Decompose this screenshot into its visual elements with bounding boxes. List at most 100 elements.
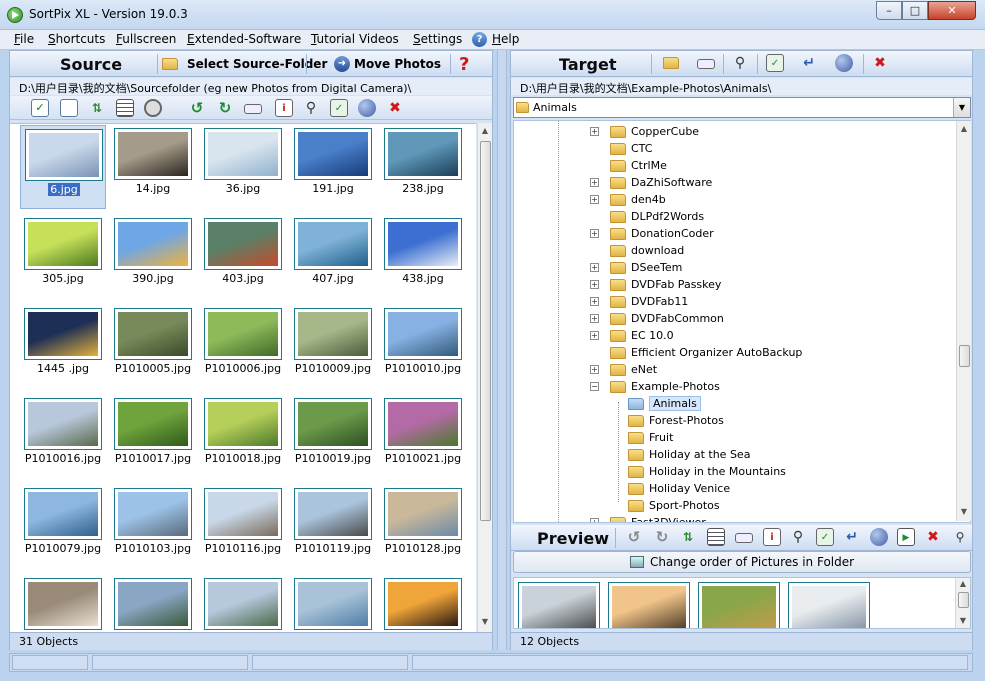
help-icon[interactable]: ? xyxy=(472,32,487,47)
tree-item[interactable]: download xyxy=(610,242,684,259)
minimize-button[interactable]: – xyxy=(876,1,902,20)
details-view-icon[interactable] xyxy=(116,99,134,117)
expand-icon[interactable]: + xyxy=(590,314,599,323)
scroll-thumb[interactable] xyxy=(480,141,491,521)
rotate-left-icon[interactable]: ↺ xyxy=(188,99,206,117)
details-view-icon[interactable] xyxy=(707,528,725,546)
thumbnail-item[interactable] xyxy=(380,575,466,632)
tree-item[interactable]: Efficient Organizer AutoBackup xyxy=(610,344,802,361)
thumbnail-item[interactable]: P1010010.jpg xyxy=(380,305,466,389)
info-file-icon[interactable]: i xyxy=(763,528,781,546)
tree-item[interactable]: + DaZhiSoftware xyxy=(590,174,712,191)
tree-item[interactable]: Holiday Venice xyxy=(628,480,730,497)
tree-item[interactable]: − Example-Photos xyxy=(590,378,720,395)
copy-check-icon[interactable]: ✓ xyxy=(766,54,784,72)
thumbnail-item[interactable] xyxy=(110,575,196,632)
source-scrollbar[interactable]: ▲ ▼ xyxy=(477,123,492,632)
target-folder-combo[interactable]: Animals ▼ xyxy=(513,97,971,118)
scroll-up-arrow[interactable]: ▲ xyxy=(958,579,968,589)
thumbnail-item[interactable]: P1010116.jpg xyxy=(200,485,286,569)
disc-icon[interactable] xyxy=(144,99,162,117)
thumbnail-item[interactable]: 191.jpg xyxy=(290,125,376,209)
menu-item[interactable]: Extended-Software xyxy=(187,32,301,46)
help-question-icon[interactable]: ? xyxy=(459,54,469,75)
menu-item[interactable]: Settings xyxy=(413,32,462,46)
thumbnail-item[interactable]: 438.jpg xyxy=(380,215,466,299)
scroll-down-arrow[interactable]: ▼ xyxy=(958,616,968,626)
zoom-icon[interactable]: ⚲ xyxy=(951,528,969,546)
chevron-down-icon[interactable]: ▼ xyxy=(953,98,970,117)
tree-item[interactable]: Fruit xyxy=(628,429,673,446)
delete-icon[interactable]: ✖ xyxy=(871,54,889,72)
maximize-button[interactable]: □ xyxy=(902,1,928,20)
tree-item[interactable]: + EC 10.0 xyxy=(590,327,674,344)
rotate-right-icon[interactable]: ↻ xyxy=(653,528,671,546)
check-all-icon[interactable]: ✓ xyxy=(31,99,49,117)
thumbnail-item[interactable]: P1010006.jpg xyxy=(200,305,286,389)
rename-folder-icon[interactable] xyxy=(697,59,715,69)
thumbnail-item[interactable]: P1010019.jpg xyxy=(290,395,376,479)
tree-item[interactable]: CtrlMe xyxy=(610,157,667,174)
color-wheel-icon[interactable] xyxy=(358,99,376,117)
tree-item[interactable]: + eNet xyxy=(590,361,657,378)
expand-icon[interactable]: + xyxy=(590,178,599,187)
tree-item[interactable]: Forest-Photos xyxy=(628,412,724,429)
menu-item[interactable]: Shortcuts xyxy=(48,32,105,46)
thumbnail-item[interactable]: P1010079.jpg xyxy=(20,485,106,569)
thumbnail-item[interactable]: 36.jpg xyxy=(200,125,286,209)
panel-splitter[interactable] xyxy=(497,50,507,650)
thumbnail-item[interactable]: 1445 .jpg xyxy=(20,305,106,389)
close-button[interactable]: ✕ xyxy=(928,1,976,20)
expand-icon[interactable]: + xyxy=(590,280,599,289)
delete-icon[interactable]: ✖ xyxy=(386,99,404,117)
expand-icon[interactable]: + xyxy=(590,297,599,306)
info-file-icon[interactable]: i xyxy=(275,99,293,117)
copy-check-icon[interactable]: ✓ xyxy=(330,99,348,117)
search-icon[interactable]: ⚲ xyxy=(302,99,320,117)
rename-icon[interactable] xyxy=(735,533,753,543)
thumbnail-item[interactable]: 305.jpg xyxy=(20,215,106,299)
color-wheel-icon[interactable] xyxy=(870,528,888,546)
tree-item[interactable]: + DSeeTem xyxy=(590,259,682,276)
tree-item[interactable]: + DVDFab11 xyxy=(590,293,688,310)
thumbnail-item[interactable]: 6.jpg xyxy=(20,125,106,209)
move-photos-button[interactable]: ➜ Move Photos xyxy=(334,54,441,74)
thumbnail-item[interactable]: P1010103.jpg xyxy=(110,485,196,569)
rename-icon[interactable] xyxy=(244,104,262,114)
thumbnail-item[interactable]: P1010005.jpg xyxy=(110,305,196,389)
preview-thumbnail[interactable] xyxy=(788,582,870,628)
delete-icon[interactable]: ✖ xyxy=(924,528,942,546)
menu-item[interactable]: File xyxy=(14,32,34,46)
menu-item[interactable]: Tutorial Videos xyxy=(311,32,399,46)
thumbnail-item[interactable]: 14.jpg xyxy=(110,125,196,209)
expand-icon[interactable]: + xyxy=(590,229,599,238)
preview-thumbnail[interactable] xyxy=(698,582,780,628)
collapse-icon[interactable]: − xyxy=(590,382,599,391)
slideshow-icon[interactable]: ▶ xyxy=(897,528,915,546)
tree-item[interactable]: CTC xyxy=(610,140,652,157)
expand-icon[interactable]: + xyxy=(590,331,599,340)
thumbnail-item[interactable]: 390.jpg xyxy=(110,215,196,299)
scroll-up-arrow[interactable]: ▲ xyxy=(480,126,490,136)
expand-icon[interactable]: + xyxy=(590,518,599,522)
tree-item[interactable]: + den4b xyxy=(590,191,666,208)
tree-item[interactable]: Holiday at the Sea xyxy=(628,446,750,463)
rotate-left-icon[interactable]: ↺ xyxy=(625,528,643,546)
thumbnail-item[interactable]: P1010009.jpg xyxy=(290,305,376,389)
search-icon[interactable]: ⚲ xyxy=(789,528,807,546)
thumbnail-item[interactable]: P1010128.jpg xyxy=(380,485,466,569)
thumbnail-item[interactable]: P1010016.jpg xyxy=(20,395,106,479)
color-wheel-icon[interactable] xyxy=(835,54,853,72)
thumbnail-item[interactable] xyxy=(290,575,376,632)
tree-item[interactable]: + CopperCube xyxy=(590,123,699,140)
tree-item[interactable]: + DonationCoder xyxy=(590,225,714,242)
expand-icon[interactable]: + xyxy=(590,195,599,204)
preview-thumbnail[interactable] xyxy=(518,582,600,628)
thumbnail-item[interactable]: P1010021.jpg xyxy=(380,395,466,479)
tree-item[interactable]: DLPdf2Words xyxy=(610,208,704,225)
scroll-thumb[interactable] xyxy=(959,345,970,367)
tree-scrollbar[interactable]: ▲ ▼ xyxy=(956,121,971,521)
search-icon[interactable]: ⚲ xyxy=(731,54,749,72)
preview-scrollbar[interactable]: ▲ ▼ xyxy=(955,578,970,628)
undo-move-icon[interactable]: ↵ xyxy=(800,54,818,72)
